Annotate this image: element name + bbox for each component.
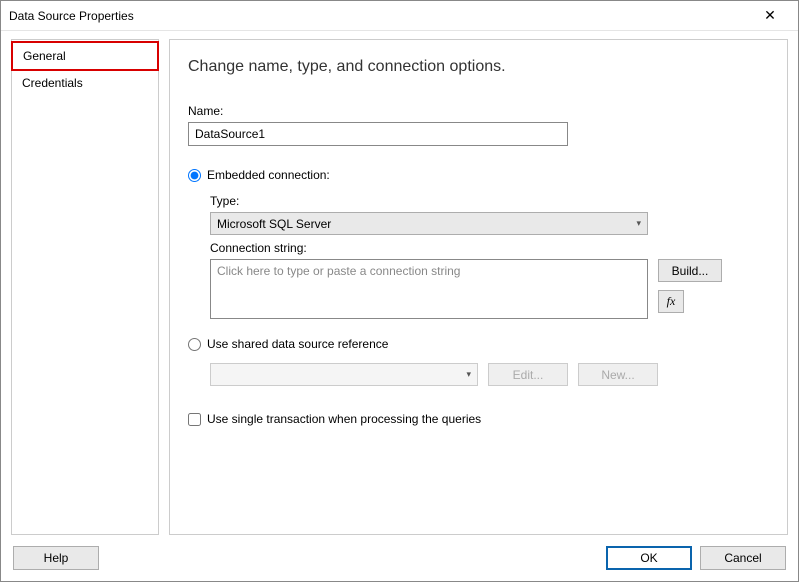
sidebar-item-label: Credentials bbox=[22, 76, 83, 90]
type-select[interactable]: Microsoft SQL Server ▾ bbox=[210, 212, 648, 235]
sidebar-item-label: General bbox=[23, 49, 66, 63]
single-transaction-label: Use single transaction when processing t… bbox=[207, 412, 481, 426]
dialog-footer: Help OK Cancel bbox=[1, 541, 798, 581]
chevron-down-icon: ▾ bbox=[636, 218, 641, 229]
shared-select: ▾ bbox=[210, 363, 478, 386]
content-panel: Change name, type, and connection option… bbox=[169, 39, 788, 535]
new-button: New... bbox=[578, 363, 658, 386]
type-label: Type: bbox=[210, 194, 769, 208]
single-transaction-row: Use single transaction when processing t… bbox=[188, 412, 769, 426]
chevron-down-icon: ▾ bbox=[466, 369, 471, 380]
embedded-block: Type: Microsoft SQL Server ▾ Connection … bbox=[210, 188, 769, 319]
shared-radio[interactable] bbox=[188, 338, 201, 351]
embedded-radio-row: Embedded connection: bbox=[188, 168, 769, 182]
name-label: Name: bbox=[188, 104, 769, 118]
type-select-value: Microsoft SQL Server bbox=[217, 217, 331, 231]
connection-string-label: Connection string: bbox=[210, 241, 769, 255]
close-icon: ✕ bbox=[764, 7, 776, 24]
page-heading: Change name, type, and connection option… bbox=[188, 58, 769, 76]
name-input[interactable] bbox=[188, 122, 568, 146]
dialog-body: General Credentials Change name, type, a… bbox=[1, 31, 798, 541]
connection-string-input[interactable] bbox=[210, 259, 648, 319]
shared-radio-row: Use shared data source reference bbox=[188, 337, 769, 351]
titlebar: Data Source Properties ✕ bbox=[1, 1, 798, 31]
window-title: Data Source Properties bbox=[9, 9, 750, 23]
sidebar-item-credentials[interactable]: Credentials bbox=[12, 70, 158, 96]
sidebar-item-general[interactable]: General bbox=[11, 41, 159, 71]
dialog-window: Data Source Properties ✕ General Credent… bbox=[0, 0, 799, 582]
shared-radio-label: Use shared data source reference bbox=[207, 337, 388, 351]
embedded-radio-label: Embedded connection: bbox=[207, 168, 330, 182]
close-button[interactable]: ✕ bbox=[750, 2, 790, 30]
help-button[interactable]: Help bbox=[13, 546, 99, 570]
build-button[interactable]: Build... bbox=[658, 259, 722, 282]
edit-button: Edit... bbox=[488, 363, 568, 386]
single-transaction-checkbox[interactable] bbox=[188, 413, 201, 426]
cancel-button[interactable]: Cancel bbox=[700, 546, 786, 570]
ok-button[interactable]: OK bbox=[606, 546, 692, 570]
shared-block: ▾ Edit... New... bbox=[210, 363, 769, 386]
embedded-radio[interactable] bbox=[188, 169, 201, 182]
expression-button[interactable]: fx bbox=[658, 290, 684, 313]
sidebar: General Credentials bbox=[11, 39, 159, 535]
